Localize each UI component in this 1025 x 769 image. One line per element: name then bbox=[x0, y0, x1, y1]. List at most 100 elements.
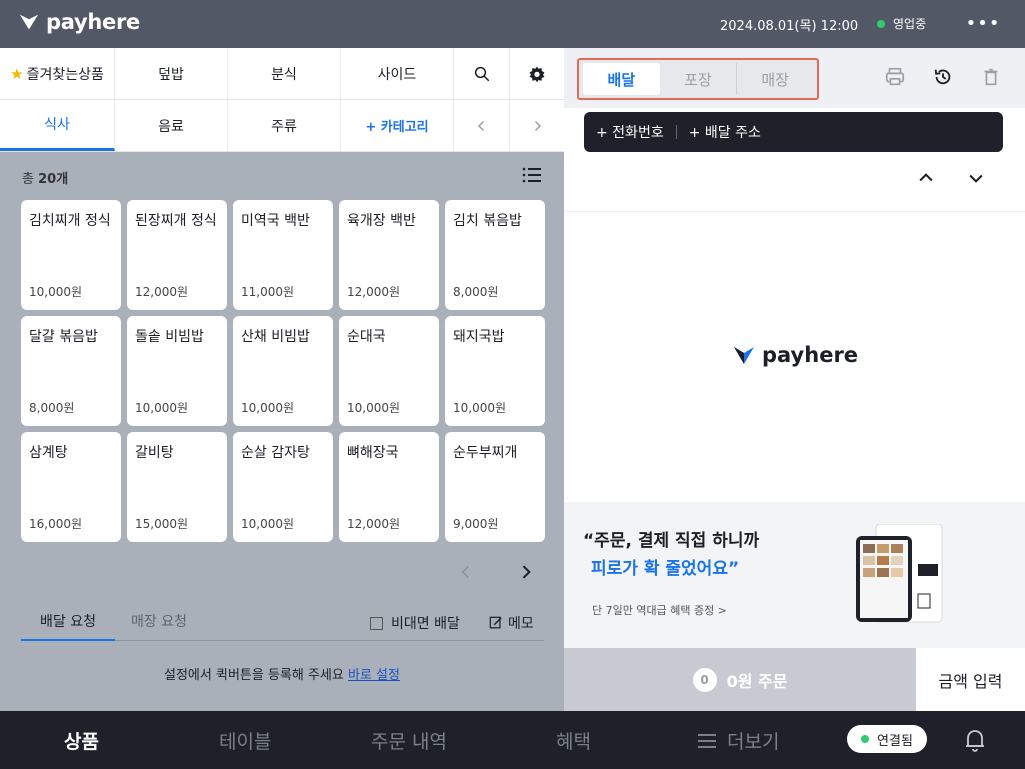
nav-benefits[interactable]: 혜택 bbox=[556, 727, 591, 754]
contactless-delivery-checkbox[interactable]: 비대면 배달 bbox=[370, 613, 460, 633]
trash-icon bbox=[984, 68, 998, 86]
product-name: 김치 볶음밥 bbox=[453, 213, 522, 229]
product-card[interactable]: 돌솥 비빔밥 10,000원 bbox=[127, 316, 227, 426]
product-name: 돌솥 비빔밥 bbox=[135, 329, 204, 345]
connection-status-badge[interactable]: 연결됨 bbox=[847, 725, 927, 753]
product-name: 육개장 백반 bbox=[347, 213, 416, 229]
chevron-left-icon bbox=[477, 120, 484, 131]
product-price: 16,000원 bbox=[29, 517, 83, 531]
page-next-button[interactable] bbox=[516, 562, 536, 582]
tab-dine-in[interactable]: 매장 bbox=[736, 63, 813, 95]
datetime: 2024.08.01(목) 12:00 bbox=[720, 19, 859, 34]
product-count: 총 20개 bbox=[22, 172, 69, 187]
category-deopbap[interactable]: 덮밥 bbox=[115, 48, 228, 99]
request-bar: 배달 요청 매장 요청 비대면 배달 메모 bbox=[21, 605, 544, 641]
category-meal[interactable]: 식사 bbox=[0, 100, 115, 151]
status-dot-icon bbox=[877, 19, 885, 28]
quick-button-notice: 설정에서 퀵버튼을 등록해 주세요 바로 설정 bbox=[164, 668, 400, 683]
place-order-button[interactable]: 0 0원 주문 bbox=[564, 648, 916, 711]
product-card[interactable]: 순대국 10,000원 bbox=[339, 316, 439, 426]
tab-store-request[interactable]: 매장 요청 bbox=[131, 611, 187, 631]
product-price: 10,000원 bbox=[241, 517, 295, 531]
category-next-button[interactable] bbox=[510, 100, 564, 151]
quick-setup-link[interactable]: 바로 설정 bbox=[348, 668, 400, 683]
tab-delivery-request[interactable]: 배달 요청 bbox=[21, 611, 115, 641]
product-price: 11,000원 bbox=[241, 285, 295, 299]
product-name: 뼈해장국 bbox=[347, 445, 399, 461]
add-category-button[interactable]: + 카테고리 bbox=[341, 100, 454, 151]
settings-button[interactable] bbox=[510, 48, 564, 99]
payhere-logo-icon bbox=[734, 347, 754, 364]
product-card[interactable]: 미역국 백반 11,000원 bbox=[233, 200, 333, 310]
status-badge: 영업중 bbox=[877, 15, 926, 32]
order-scroll-controls bbox=[916, 168, 986, 188]
print-button[interactable] bbox=[884, 66, 906, 88]
product-card[interactable]: 육개장 백반 12,000원 bbox=[339, 200, 439, 310]
order-button-label: 0원 주문 bbox=[726, 671, 788, 691]
product-card[interactable]: 순살 감자탕 10,000원 bbox=[233, 432, 333, 542]
product-pager bbox=[456, 558, 536, 586]
product-name: 순두부찌개 bbox=[453, 445, 518, 461]
category-row-1: ★ 즐겨찾는상품 덮밥 분식 사이드 bbox=[0, 48, 564, 100]
category-favorites[interactable]: ★ 즐겨찾는상품 bbox=[0, 48, 115, 99]
chevron-down-icon[interactable] bbox=[966, 168, 986, 188]
product-price: 12,000원 bbox=[347, 285, 401, 299]
category-side[interactable]: 사이드 bbox=[341, 48, 454, 99]
category-bunsik[interactable]: 분식 bbox=[228, 48, 341, 99]
product-price: 10,000원 bbox=[29, 285, 83, 299]
history-button[interactable] bbox=[932, 66, 954, 88]
nav-more[interactable]: 더보기 bbox=[697, 727, 779, 754]
list-view-icon[interactable] bbox=[522, 166, 542, 184]
category-drinks[interactable]: 음료 bbox=[115, 100, 228, 151]
nav-order-history[interactable]: 주문 내역 bbox=[371, 727, 447, 754]
product-price: 12,000원 bbox=[347, 517, 401, 531]
add-phone-button[interactable]: + 전화번호 bbox=[596, 122, 664, 142]
bell-icon[interactable] bbox=[963, 727, 987, 753]
more-options-button[interactable]: ••• bbox=[966, 10, 1000, 36]
product-card[interactable]: 돼지국밥 10,000원 bbox=[445, 316, 545, 426]
brand-logo: payhere bbox=[18, 10, 140, 34]
product-card[interactable]: 김치 볶음밥 8,000원 bbox=[445, 200, 545, 310]
history-icon bbox=[934, 69, 951, 85]
delete-button[interactable] bbox=[980, 66, 1002, 88]
enter-amount-button[interactable]: 금액 입력 bbox=[916, 648, 1025, 711]
category-alcohol[interactable]: 주류 bbox=[228, 100, 341, 151]
order-count-badge: 0 bbox=[692, 667, 717, 692]
category-row-2: 식사 음료 주류 + 카테고리 bbox=[0, 100, 564, 152]
product-card[interactable]: 된장찌개 정식 12,000원 bbox=[127, 200, 227, 310]
category-prev-button[interactable] bbox=[454, 100, 510, 151]
product-card[interactable]: 순두부찌개 9,000원 bbox=[445, 432, 545, 542]
product-card[interactable]: 삼계탕 16,000원 bbox=[21, 432, 121, 542]
tab-takeout[interactable]: 포장 bbox=[660, 63, 737, 95]
product-card[interactable]: 뼈해장국 12,000원 bbox=[339, 432, 439, 542]
divider bbox=[675, 125, 677, 139]
order-type-tabs: 배달 포장 매장 bbox=[577, 58, 819, 100]
product-card[interactable]: 갈비탕 15,000원 bbox=[127, 432, 227, 542]
product-card[interactable]: 김치찌개 정식 10,000원 bbox=[21, 200, 121, 310]
page-prev-button[interactable] bbox=[456, 562, 476, 582]
nav-products[interactable]: 상품 bbox=[64, 727, 99, 754]
product-card[interactable]: 산채 비빔밥 10,000원 bbox=[233, 316, 333, 426]
tab-delivery[interactable]: 배달 bbox=[583, 63, 660, 95]
promo-banner[interactable]: “주문, 결제 직접 하니까 피로가 확 줄었어요” 단 7일만 역대급 혜택 … bbox=[564, 502, 1025, 648]
product-grid: 김치찌개 정식 10,000원 된장찌개 정식 12,000원 미역국 백반 11,0… bbox=[21, 200, 545, 542]
product-name: 삼계탕 bbox=[29, 445, 68, 461]
product-card[interactable]: 달걀 볶음밥 8,000원 bbox=[21, 316, 121, 426]
checkbox-box[interactable] bbox=[370, 616, 383, 630]
bottom-nav: 상품 테이블 주문 내역 혜택 더보기 연결됨 bbox=[0, 711, 1025, 769]
product-name: 순살 감자탕 bbox=[241, 445, 310, 461]
memo-button[interactable]: 메모 bbox=[489, 613, 534, 633]
center-brand-logo: payhere bbox=[732, 343, 858, 367]
add-address-button[interactable]: + 배달 주소 bbox=[689, 122, 761, 142]
customer-info-bar: + 전화번호 + 배달 주소 bbox=[584, 112, 1003, 152]
nav-tables[interactable]: 테이블 bbox=[219, 727, 271, 754]
product-price: 10,000원 bbox=[241, 401, 295, 415]
order-header: 배달 포장 매장 bbox=[564, 48, 1025, 108]
brand-name: payhere bbox=[46, 10, 140, 34]
star-icon: ★ bbox=[10, 64, 24, 83]
product-price: 15,000원 bbox=[135, 517, 189, 531]
tablet-illustration-icon bbox=[856, 524, 943, 623]
chevron-up-icon[interactable] bbox=[916, 168, 936, 188]
search-button[interactable] bbox=[454, 48, 510, 99]
menu-icon bbox=[698, 733, 716, 748]
